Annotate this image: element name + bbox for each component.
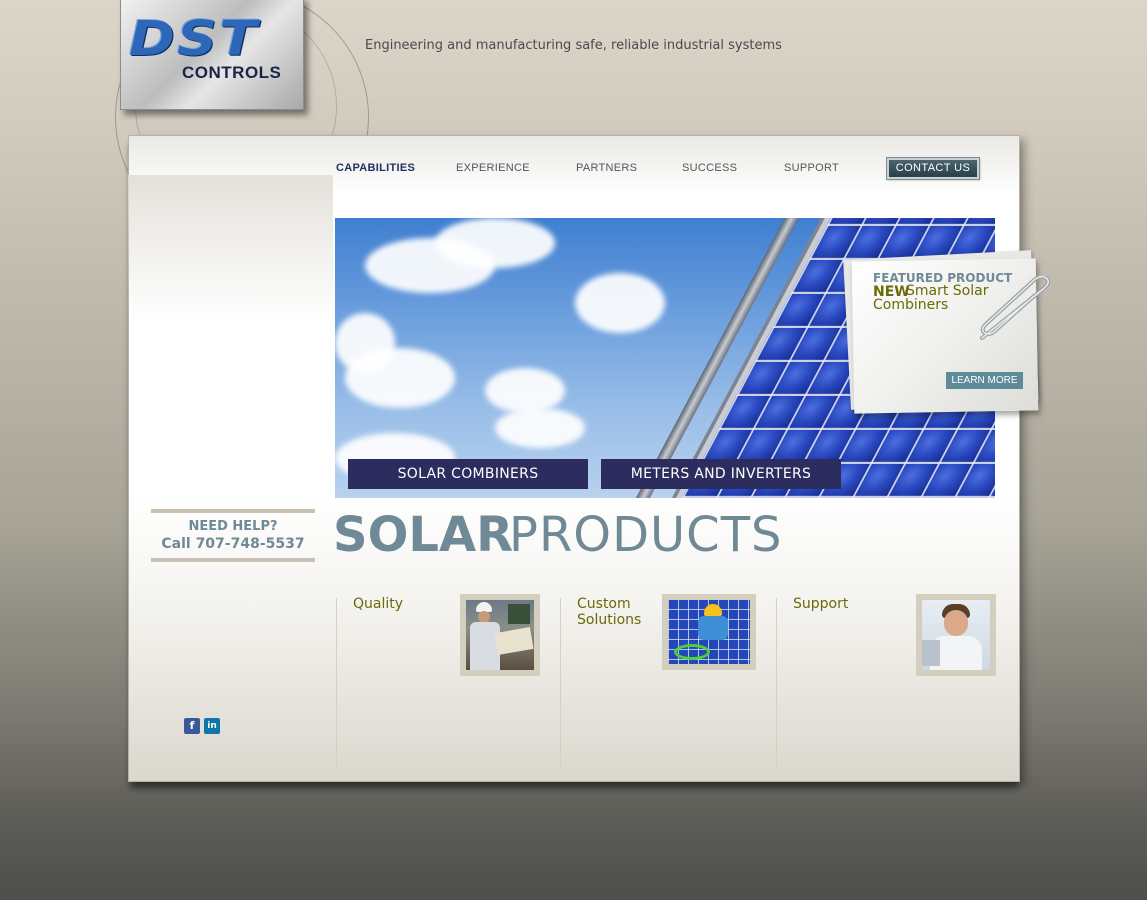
featured-product-name-line2: Combiners [873, 297, 949, 313]
nav-experience[interactable]: EXPERIENCE [456, 162, 530, 174]
column-title-line1: Custom [577, 596, 631, 612]
column-title-line2: Solutions [577, 612, 642, 628]
hard-hat [704, 604, 722, 616]
support-thumbnail[interactable] [916, 594, 996, 676]
page-title-light: PRODUCTS [509, 507, 783, 563]
custom-solutions-photo [668, 600, 750, 664]
column-divider [776, 598, 777, 766]
custom-solutions-thumbnail[interactable] [662, 594, 756, 670]
cloud-shape [485, 368, 565, 413]
logo-controls-text: CONTROLS [182, 63, 282, 82]
need-help-box: NEED HELP? Call 707-748-5537 [151, 509, 315, 562]
nav-success[interactable]: SUCCESS [682, 162, 737, 174]
worker-body [698, 616, 728, 640]
tab-solar-combiners[interactable]: SOLAR COMBINERS [348, 459, 588, 489]
person-face [944, 610, 968, 636]
nav-support[interactable]: SUPPORT [784, 162, 839, 174]
control-panel [508, 604, 530, 624]
column-divider [336, 598, 337, 766]
laptop [922, 640, 940, 666]
site-tagline: Engineering and manufacturing safe, reli… [365, 38, 782, 53]
cloud-shape [345, 348, 455, 408]
help-phone-number[interactable]: Call 707-748-5537 [151, 536, 315, 552]
paperclip-icon [980, 276, 1051, 340]
nav-capabilities[interactable]: CAPABILITIES [336, 162, 415, 174]
facebook-icon[interactable]: f [184, 718, 200, 734]
nav-partners[interactable]: PARTNERS [576, 162, 637, 174]
quality-thumbnail[interactable] [460, 594, 540, 676]
cloud-shape [435, 218, 555, 268]
logo-dst-text: DST [129, 11, 260, 67]
column-divider [560, 598, 561, 766]
clipboard [494, 627, 534, 655]
dst-controls-logo[interactable]: DST CONTROLS [120, 0, 304, 110]
linkedin-icon[interactable]: in [204, 718, 220, 734]
support-photo [922, 600, 990, 670]
tab-meters-and-inverters[interactable]: METERS AND INVERTERS [601, 459, 841, 489]
column-title-quality[interactable]: Quality [353, 596, 403, 612]
worker-shirt [470, 622, 500, 670]
cable-coil [674, 644, 710, 660]
quality-photo [466, 600, 534, 670]
learn-more-button[interactable]: LEARN MORE [946, 372, 1023, 389]
contact-us-button[interactable]: CONTACT US [886, 157, 980, 180]
column-title-support[interactable]: Support [793, 596, 848, 612]
page-title-bold: SOLAR [333, 507, 514, 563]
need-help-heading: NEED HELP? [188, 519, 278, 534]
column-title-custom-solutions[interactable]: Custom Solutions [577, 596, 641, 628]
